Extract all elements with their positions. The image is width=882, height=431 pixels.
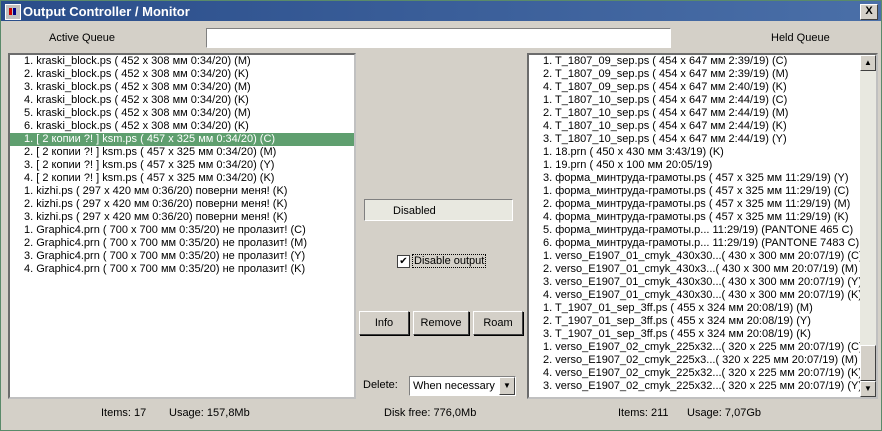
queue-info-field[interactable] <box>206 28 671 48</box>
list-item[interactable]: 1. 18.prn ( 450 x 430 мм 3:43/19) (K) <box>529 146 876 159</box>
list-item[interactable]: 2. Graphic4.prn ( 700 x 700 мм 0:35/20) … <box>10 237 354 250</box>
delete-select-value: When necessary <box>413 380 495 392</box>
delete-select[interactable]: When necessary ▼ <box>409 376 516 396</box>
list-item[interactable]: 2. verso_E1907_01_cmyk_430x3...( 430 x 3… <box>529 263 876 276</box>
list-item[interactable]: 3. T_1907_01_sep_3ff.ps ( 455 x 324 мм 2… <box>529 328 876 341</box>
list-item[interactable]: 1. Graphic4.prn ( 700 x 700 мм 0:35/20) … <box>10 224 354 237</box>
list-item[interactable]: 3. T_1807_10_sep.ps ( 454 x 647 мм 2:44/… <box>529 133 876 146</box>
output-controller-window: Output Controller / Monitor X Active Que… <box>0 0 882 431</box>
list-item[interactable]: 3. verso_E1907_01_cmyk_430x30...( 430 x … <box>529 276 876 289</box>
list-item[interactable]: 2. T_1807_10_sep.ps ( 454 x 647 мм 2:44/… <box>529 107 876 120</box>
delete-label: Delete: <box>363 379 398 391</box>
list-item[interactable]: 2. verso_E1907_02_cmyk_225x3...( 320 x 2… <box>529 354 876 367</box>
scroll-down-icon[interactable]: ▼ <box>860 381 876 397</box>
held-queue-scrollbar[interactable]: ▲ ▼ <box>860 55 876 397</box>
list-item[interactable]: 1. 19.prn ( 450 x 100 мм 20:05/19) <box>529 159 876 172</box>
scroll-up-icon[interactable]: ▲ <box>860 55 876 71</box>
list-item[interactable]: 6. форма_минтруда-грамоты.p... 11:29/19)… <box>529 237 876 250</box>
active-queue-label: Active Queue <box>49 32 116 44</box>
chevron-down-icon[interactable]: ▼ <box>499 377 515 395</box>
list-item[interactable]: 1. T_1907_01_sep_3ff.ps ( 455 x 324 мм 2… <box>529 302 876 315</box>
disable-output-label[interactable]: Disable output <box>412 254 487 268</box>
list-item[interactable]: 4. kraski_block.ps ( 452 x 308 мм 0:34/2… <box>10 94 354 107</box>
disk-free: Disk free: 776,0Mb <box>384 407 477 419</box>
app-icon <box>5 4 21 20</box>
held-queue-label: Held Queue <box>771 32 830 44</box>
window-title: Output Controller / Monitor <box>23 4 190 19</box>
remove-button[interactable]: Remove <box>413 311 469 335</box>
list-item[interactable]: 1. T_1807_09_sep.ps ( 454 x 647 мм 2:39/… <box>529 55 876 68</box>
title-bar[interactable]: Output Controller / Monitor X <box>1 1 881 21</box>
active-items-count: Items: 17 <box>101 407 147 419</box>
held-items-count: Items: 211 <box>618 407 669 419</box>
list-item[interactable]: 1. T_1807_10_sep.ps ( 454 x 647 мм 2:44/… <box>529 94 876 107</box>
list-item[interactable]: 3. verso_E1907_02_cmyk_225x32...( 320 x … <box>529 380 876 393</box>
scroll-thumb[interactable] <box>860 345 876 381</box>
list-item[interactable]: 1. kraski_block.ps ( 452 x 308 мм 0:34/2… <box>10 55 354 68</box>
output-status-box: Disabled <box>364 199 513 221</box>
list-item[interactable]: 2. T_1907_01_sep_3ff.ps ( 455 x 324 мм 2… <box>529 315 876 328</box>
list-item[interactable]: 2. T_1807_09_sep.ps ( 454 x 647 мм 2:39/… <box>529 68 876 81</box>
list-item[interactable]: 2. форма_минтруда-грамоты.ps ( 457 x 325… <box>529 198 876 211</box>
list-item[interactable]: 5. форма_минтруда-грамоты.p... 11:29/19)… <box>529 224 876 237</box>
active-usage: Usage: 157,8Mb <box>169 407 250 419</box>
list-item[interactable]: 2. kizhi.ps ( 297 x 420 мм 0:36/20) пове… <box>10 198 354 211</box>
list-item[interactable]: 6. kraski_block.ps ( 452 x 308 мм 0:34/2… <box>10 120 354 133</box>
list-item[interactable]: 4. [ 2 копии ?! ] ksm.ps ( 457 x 325 мм … <box>10 172 354 185</box>
list-item[interactable]: 2. kraski_block.ps ( 452 x 308 мм 0:34/2… <box>10 68 354 81</box>
list-item[interactable]: 1. verso_E1907_01_cmyk_430x30...( 430 x … <box>529 250 876 263</box>
list-item[interactable]: 1. verso_E1907_02_cmyk_225x32...( 320 x … <box>529 341 876 354</box>
list-item[interactable]: 1. [ 2 копии ?! ] ksm.ps ( 457 x 325 мм … <box>10 133 354 146</box>
list-item[interactable]: 5. kraski_block.ps ( 452 x 308 мм 0:34/2… <box>10 107 354 120</box>
info-button[interactable]: Info <box>359 311 409 335</box>
held-usage: Usage: 7,07Gb <box>687 407 761 419</box>
held-queue-list[interactable]: 1. T_1807_09_sep.ps ( 454 x 647 мм 2:39/… <box>527 53 878 399</box>
list-item[interactable]: 4. T_1807_10_sep.ps ( 454 x 647 мм 2:44/… <box>529 120 876 133</box>
active-queue-list[interactable]: 1. kraski_block.ps ( 452 x 308 мм 0:34/2… <box>8 53 356 399</box>
roam-button[interactable]: Roam <box>473 311 523 335</box>
list-item[interactable]: 3. kraski_block.ps ( 452 x 308 мм 0:34/2… <box>10 81 354 94</box>
list-item[interactable]: 3. kizhi.ps ( 297 x 420 мм 0:36/20) пове… <box>10 211 354 224</box>
list-item[interactable]: 4. verso_E1907_02_cmyk_225x32...( 320 x … <box>529 367 876 380</box>
list-item[interactable]: 4. форма_минтруда-грамоты.ps ( 457 x 325… <box>529 211 876 224</box>
list-item[interactable]: 4. Graphic4.prn ( 700 x 700 мм 0:35/20) … <box>10 263 354 276</box>
list-item[interactable]: 1. kizhi.ps ( 297 x 420 мм 0:36/20) пове… <box>10 185 354 198</box>
list-item[interactable]: 4. verso_E1907_01_cmyk_430x30...( 430 x … <box>529 289 876 302</box>
list-item[interactable]: 2. [ 2 копии ?! ] ksm.ps ( 457 x 325 мм … <box>10 146 354 159</box>
list-item[interactable]: 1. форма_минтруда-грамоты.ps ( 457 x 325… <box>529 185 876 198</box>
close-button[interactable]: X <box>860 4 878 20</box>
list-item[interactable]: 3. форма_минтруда-грамоты.ps ( 457 x 325… <box>529 172 876 185</box>
list-item[interactable]: 3. [ 2 копии ?! ] ksm.ps ( 457 x 325 мм … <box>10 159 354 172</box>
disable-output-checkbox[interactable]: ✔ <box>397 255 410 268</box>
list-item[interactable]: 3. Graphic4.prn ( 700 x 700 мм 0:35/20) … <box>10 250 354 263</box>
list-item[interactable]: 4. T_1807_09_sep.ps ( 454 x 647 мм 2:40/… <box>529 81 876 94</box>
